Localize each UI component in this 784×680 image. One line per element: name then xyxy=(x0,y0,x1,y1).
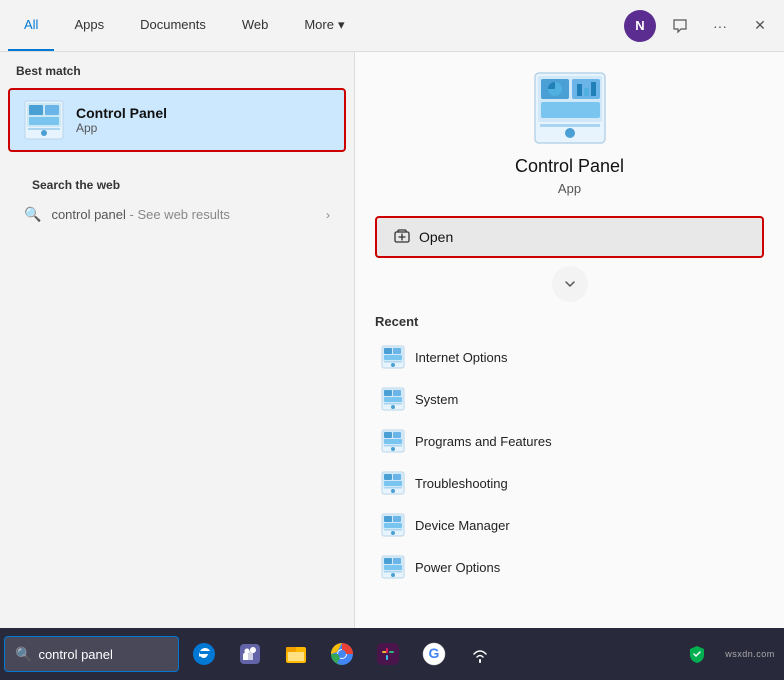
chrome-icon[interactable] xyxy=(321,633,363,675)
notification-area[interactable] xyxy=(676,633,718,675)
teams-icon[interactable] xyxy=(229,633,271,675)
control-panel-icon-large xyxy=(24,100,64,140)
best-match-info: Control Panel App xyxy=(76,105,167,135)
best-match-title: Control Panel xyxy=(76,105,167,121)
tab-all[interactable]: All xyxy=(8,0,54,51)
recent-item[interactable]: Internet Options xyxy=(375,337,764,377)
tab-web[interactable]: Web xyxy=(226,0,285,51)
recent-item-label: Troubleshooting xyxy=(415,476,508,491)
right-panel: Control Panel App Open Recent xyxy=(355,52,784,680)
app-name-large: Control Panel xyxy=(375,156,764,177)
edge-icon[interactable] xyxy=(183,633,225,675)
search-panel: All Apps Documents Web More ▾ N ··· ✕ Be… xyxy=(0,0,784,680)
header-icons: N ··· ✕ xyxy=(624,10,776,42)
control-panel-icon-small xyxy=(381,429,405,453)
search-icon-taskbar: 🔍 xyxy=(15,646,32,663)
tab-apps[interactable]: Apps xyxy=(58,0,120,51)
recent-label: Recent xyxy=(375,314,764,329)
chevron-right-icon: › xyxy=(326,208,330,222)
watermark-text: wsxdn.com xyxy=(725,649,775,659)
feedback-icon[interactable] xyxy=(664,10,696,42)
recent-item-label: Programs and Features xyxy=(415,434,552,449)
best-match-label: Best match xyxy=(0,52,354,84)
web-search-label: Search the web xyxy=(16,166,338,198)
recent-item[interactable]: Power Options xyxy=(375,547,764,587)
control-panel-icon-small xyxy=(381,513,405,537)
web-search-section: Search the web 🔍 control panel - See web… xyxy=(0,156,354,237)
chevron-down-icon xyxy=(563,277,577,291)
expand-button[interactable] xyxy=(552,266,588,302)
app-type-large: App xyxy=(375,181,764,196)
web-search-item[interactable]: 🔍 control panel - See web results › xyxy=(16,198,338,231)
open-icon xyxy=(393,228,411,246)
search-icon: 🔍 xyxy=(24,206,41,223)
taskbar-search-box[interactable]: 🔍 xyxy=(4,636,179,672)
recent-item[interactable]: Troubleshooting xyxy=(375,463,764,503)
slack-icon[interactable] xyxy=(367,633,409,675)
taskbar: 🔍 xyxy=(0,628,784,680)
web-search-text: control panel - See web results xyxy=(51,207,230,222)
search-input[interactable] xyxy=(38,647,168,662)
more-options-icon[interactable]: ··· xyxy=(704,10,736,42)
chevron-down-icon: ▾ xyxy=(338,17,345,33)
recent-item[interactable]: System xyxy=(375,379,764,419)
recent-item-label: System xyxy=(415,392,458,407)
control-panel-icon-small xyxy=(381,387,405,411)
recent-items-list: Internet Options System xyxy=(375,337,764,587)
tabs-bar: All Apps Documents Web More ▾ N ··· ✕ xyxy=(0,0,784,52)
clock-area[interactable]: wsxdn.com xyxy=(720,633,780,675)
control-panel-icon-small xyxy=(381,471,405,495)
google-icon[interactable]: G xyxy=(413,633,455,675)
left-panel: Best match Control Panel App xyxy=(0,52,355,680)
svg-text:G: G xyxy=(429,645,440,661)
recent-item-label: Internet Options xyxy=(415,350,508,365)
best-match-item[interactable]: Control Panel App xyxy=(8,88,346,152)
content-area: Best match Control Panel App xyxy=(0,52,784,680)
control-panel-icon-small xyxy=(381,555,405,579)
shield-icon xyxy=(686,643,708,665)
recent-item-label: Power Options xyxy=(415,560,500,575)
tab-more[interactable]: More ▾ xyxy=(288,0,360,51)
close-icon[interactable]: ✕ xyxy=(744,10,776,42)
taskbar-right: wsxdn.com xyxy=(676,633,780,675)
recent-item-label: Device Manager xyxy=(415,518,510,533)
user-avatar[interactable]: N xyxy=(624,10,656,42)
file-explorer-icon[interactable] xyxy=(275,633,317,675)
recent-item[interactable]: Device Manager xyxy=(375,505,764,545)
open-button[interactable]: Open xyxy=(375,216,764,258)
tab-documents[interactable]: Documents xyxy=(124,0,222,51)
recent-item[interactable]: Programs and Features xyxy=(375,421,764,461)
control-panel-icon-small xyxy=(381,345,405,369)
network-icon[interactable] xyxy=(459,633,501,675)
control-panel-icon-preview xyxy=(534,72,606,144)
best-match-sub: App xyxy=(76,121,167,135)
